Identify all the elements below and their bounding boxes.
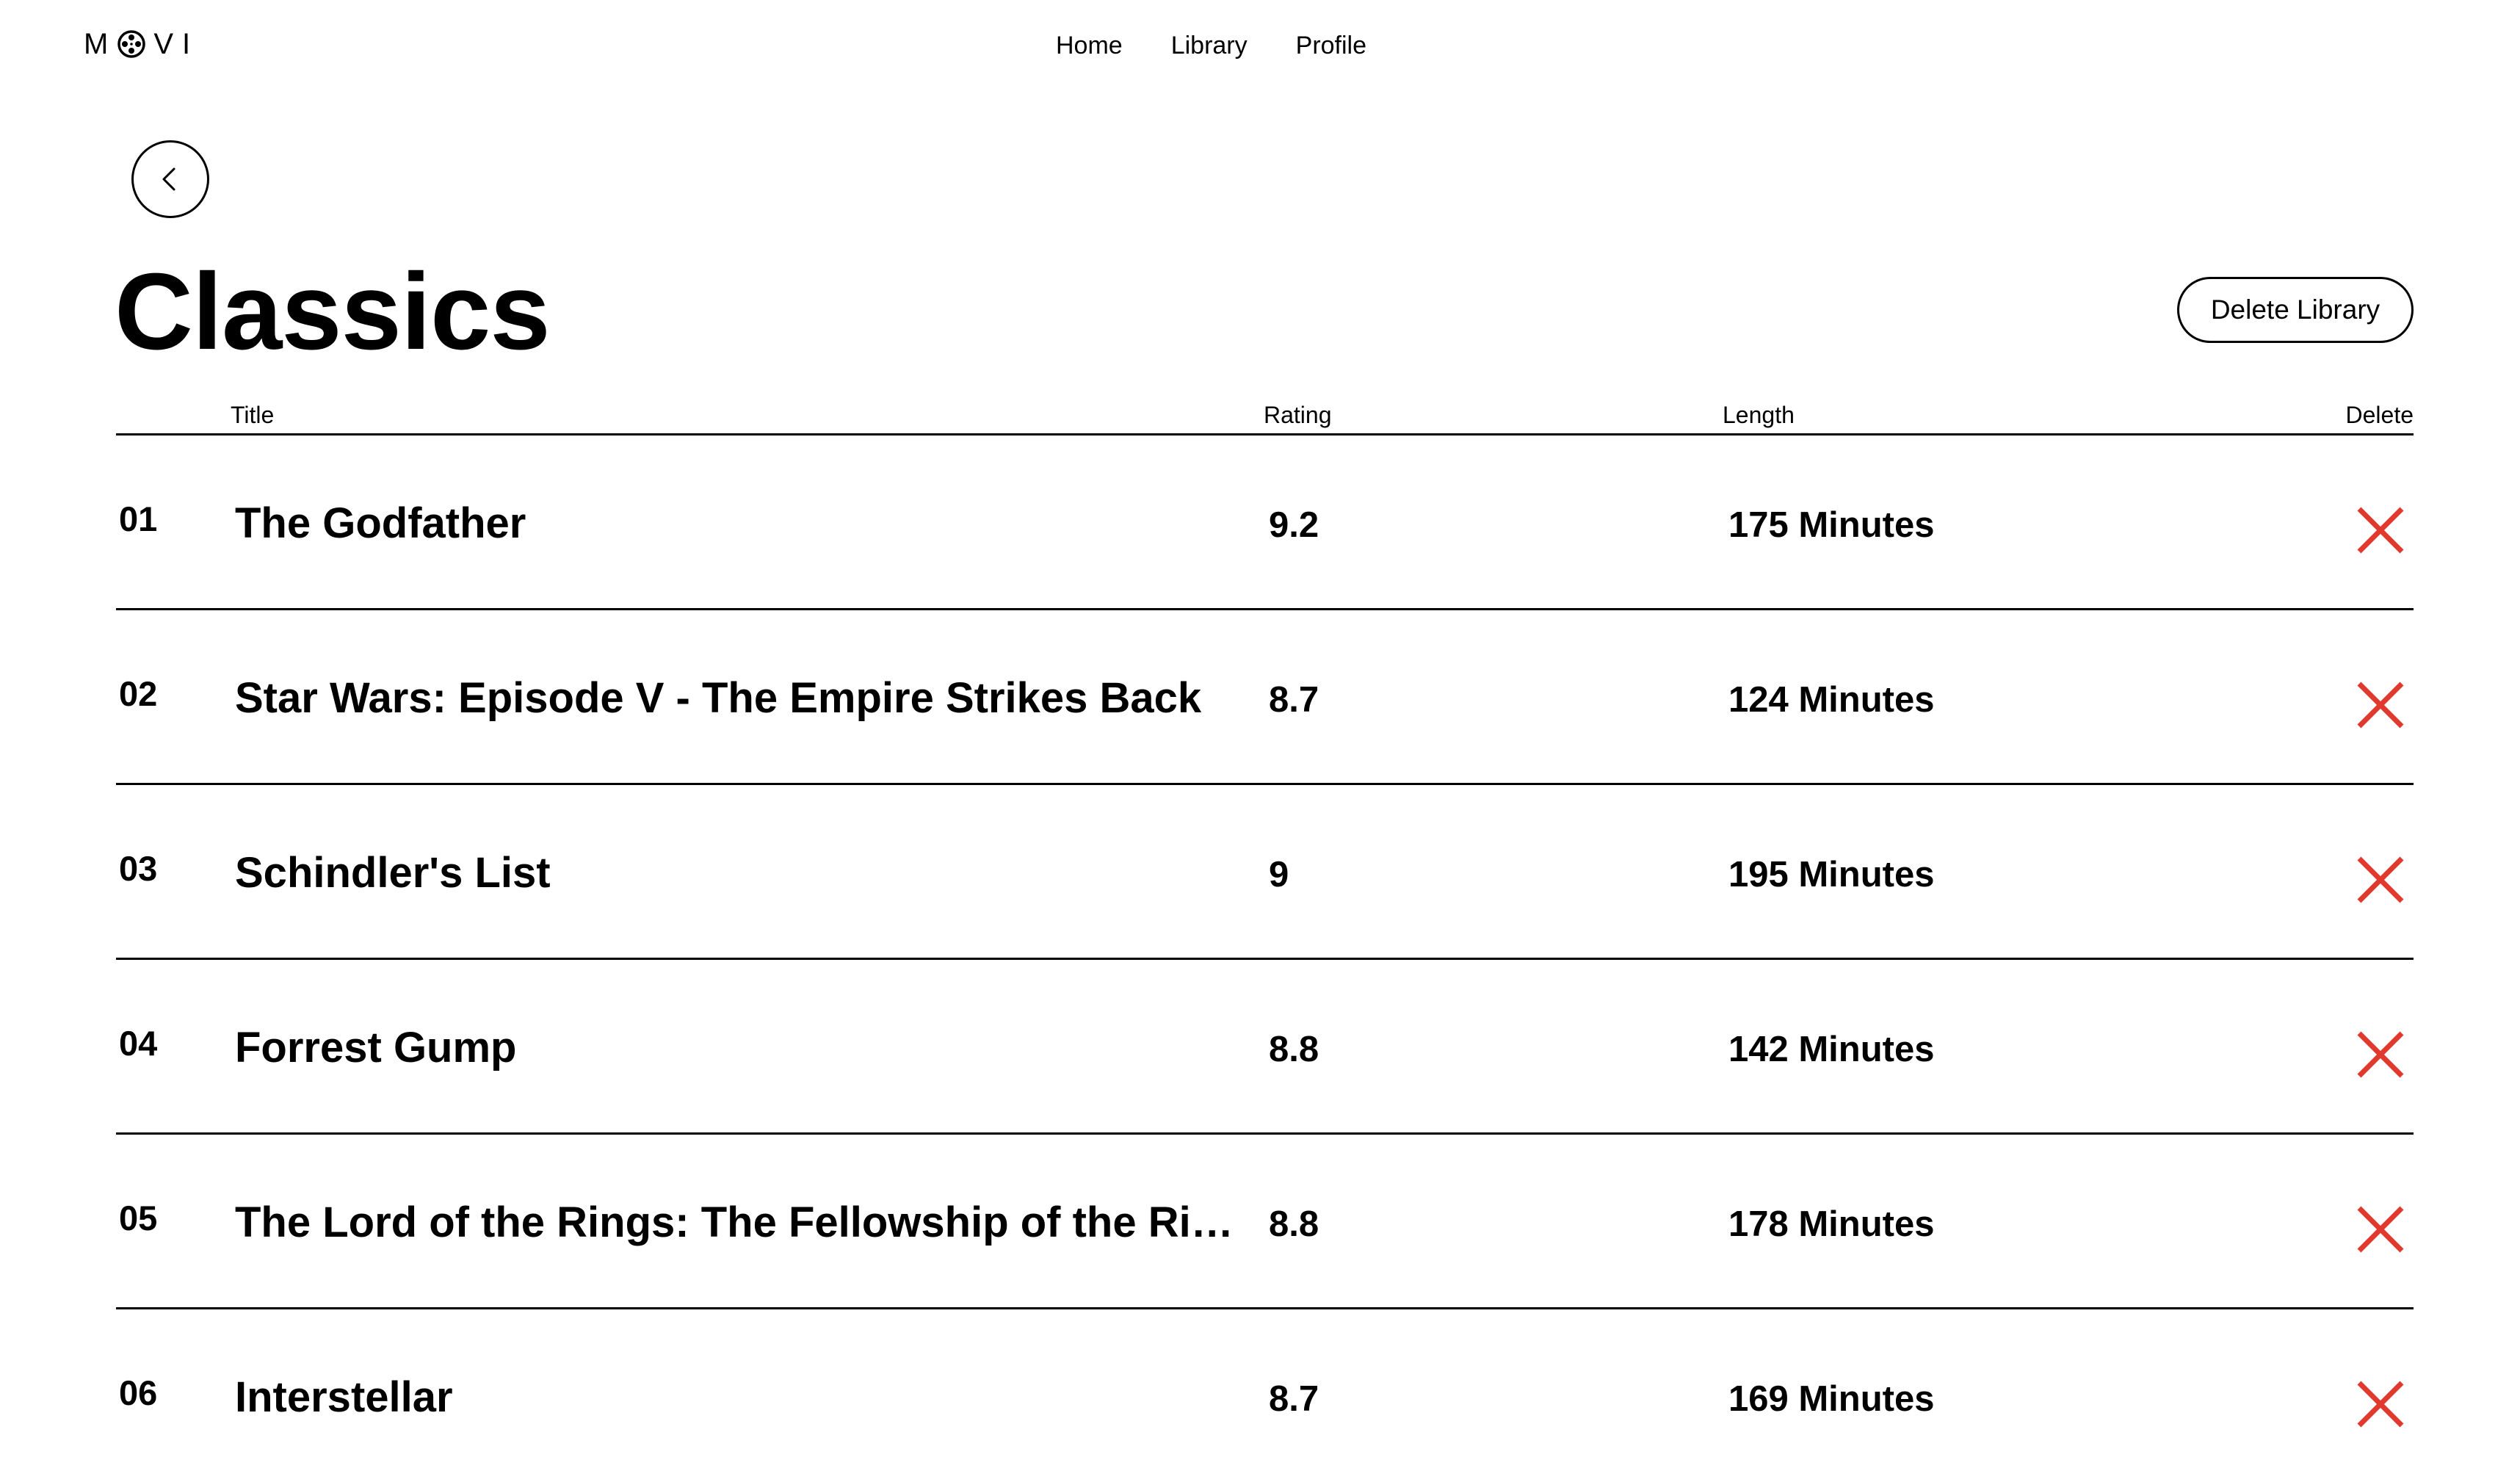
- movi-logo[interactable]: M VI: [84, 25, 199, 63]
- row-index: 05: [119, 1199, 158, 1237]
- top-bar: M VI Home Library Profile: [0, 0, 2520, 95]
- delete-movie-icon[interactable]: [2356, 1380, 2405, 1428]
- delete-movie-icon[interactable]: [2356, 506, 2405, 554]
- delete-library-button[interactable]: Delete Library: [2177, 277, 2414, 343]
- movie-length: 175 Minutes: [1728, 505, 1935, 545]
- nav-library[interactable]: Library: [1171, 29, 1248, 62]
- row-index: 01: [119, 499, 158, 538]
- row-index: 06: [119, 1373, 158, 1412]
- movie-table: Title Rating Length Delete 01 The Godfat…: [116, 397, 2414, 1482]
- logo-text-vi: VI: [153, 28, 200, 60]
- column-header-rating: Rating: [1264, 402, 1332, 428]
- row-index: 02: [119, 674, 158, 713]
- movie-length: 195 Minutes: [1728, 855, 1935, 894]
- movie-title[interactable]: Schindler's List: [235, 848, 551, 898]
- delete-movie-icon[interactable]: [2356, 1205, 2405, 1254]
- movie-rating: 8.7: [1269, 1379, 1319, 1419]
- column-header-length: Length: [1723, 402, 1795, 428]
- delete-movie-icon[interactable]: [2356, 1030, 2405, 1079]
- film-reel-icon: [117, 30, 146, 58]
- table-row[interactable]: 01 The Godfather 9.2 175 Minutes: [116, 435, 2414, 610]
- table-row[interactable]: 05 The Lord of the Rings: The Fellowship…: [116, 1135, 2414, 1309]
- nav-home[interactable]: Home: [1056, 29, 1123, 62]
- table-row[interactable]: 03 Schindler's List 9 195 Minutes: [116, 785, 2414, 960]
- table-header: Title Rating Length Delete: [116, 397, 2414, 435]
- movie-rating: 8.7: [1269, 680, 1319, 720]
- back-button[interactable]: [131, 140, 209, 218]
- delete-movie-icon[interactable]: [2356, 856, 2405, 904]
- column-header-title: Title: [231, 402, 275, 428]
- row-index: 03: [119, 849, 158, 888]
- movie-title[interactable]: Interstellar: [235, 1373, 453, 1423]
- chevron-left-icon: [162, 167, 175, 191]
- movie-title[interactable]: The Lord of the Rings: The Fellowship of…: [235, 1198, 1234, 1248]
- delete-movie-icon[interactable]: [2356, 681, 2405, 729]
- logo-text-m: M: [84, 28, 117, 60]
- movie-title[interactable]: Forrest Gump: [235, 1023, 517, 1073]
- movie-title[interactable]: The Godfather: [235, 499, 526, 549]
- movie-length: 169 Minutes: [1728, 1379, 1935, 1419]
- movie-rating: 9.2: [1269, 505, 1319, 545]
- column-header-delete: Delete: [2345, 402, 2414, 428]
- movie-length: 124 Minutes: [1728, 680, 1935, 720]
- table-row[interactable]: 06 Interstellar 8.7 169 Minutes: [116, 1309, 2414, 1482]
- movie-length: 178 Minutes: [1728, 1204, 1935, 1244]
- movie-rating: 9: [1269, 855, 1289, 894]
- main-nav: Home Library Profile: [1056, 29, 1366, 62]
- table-row[interactable]: 04 Forrest Gump 8.8 142 Minutes: [116, 960, 2414, 1135]
- movie-length: 142 Minutes: [1728, 1030, 1935, 1069]
- page-title: Classics: [115, 251, 551, 372]
- nav-profile[interactable]: Profile: [1296, 29, 1366, 62]
- movie-rating: 8.8: [1269, 1030, 1319, 1069]
- row-index: 04: [119, 1024, 158, 1063]
- movie-title[interactable]: Star Wars: Episode V - The Empire Strike…: [235, 673, 1201, 723]
- movie-rating: 8.8: [1269, 1204, 1319, 1244]
- table-row[interactable]: 02 Star Wars: Episode V - The Empire Str…: [116, 610, 2414, 785]
